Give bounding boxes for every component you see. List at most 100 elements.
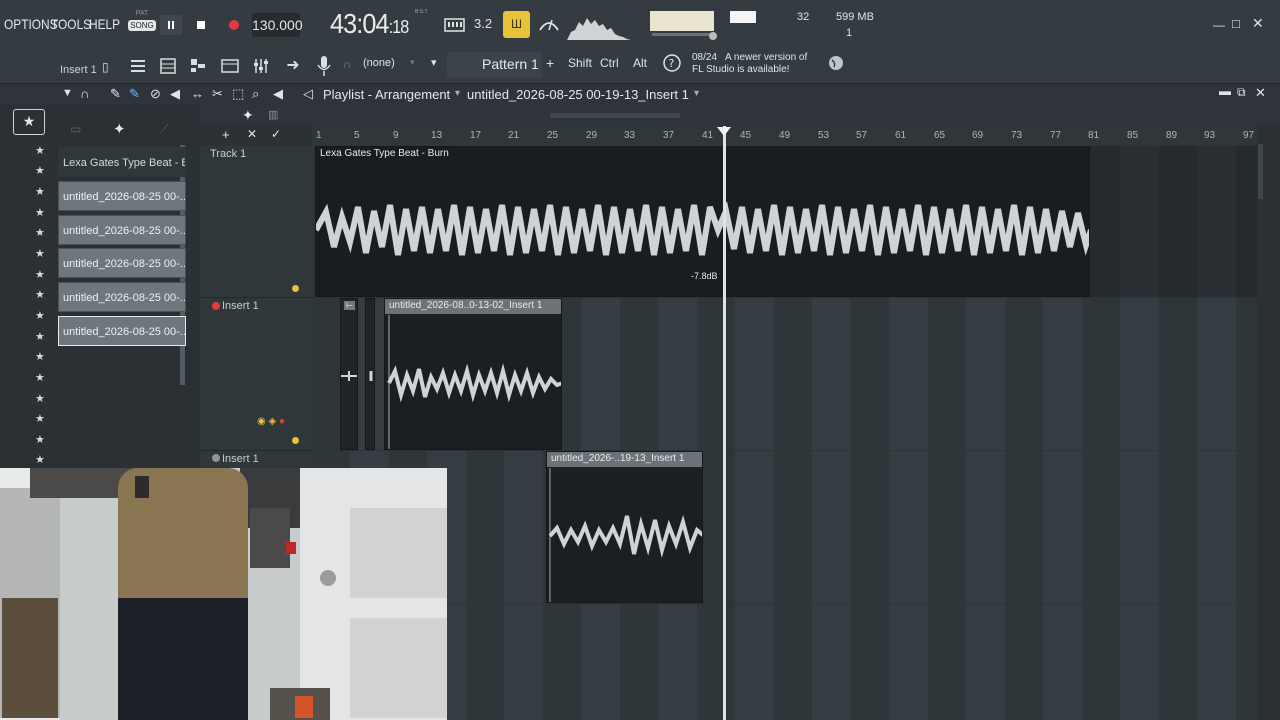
arrow-right-icon[interactable]: ➜: [283, 55, 303, 75]
audio-clip-fragment[interactable]: ⊢: [340, 298, 358, 450]
star-icon[interactable]: ★: [35, 185, 45, 198]
piano-roll-button[interactable]: [188, 56, 208, 79]
mute-tool-icon[interactable]: ◀: [170, 86, 180, 102]
timeline-ruler[interactable]: 1 5 9 13 17 21 25 29 33 37 41 45 49 53 5…: [312, 126, 1257, 146]
track-edit-icon[interactable]: ✓: [271, 127, 281, 141]
channel-rack-button[interactable]: [158, 56, 178, 79]
audio-clip-vocal-1[interactable]: untitled_2026-08..0-13-02_Insert 1: [384, 298, 562, 450]
star-icon[interactable]: ★: [35, 433, 45, 446]
mixer-button[interactable]: [251, 56, 271, 79]
tempo-display[interactable]: 130.000: [252, 13, 303, 37]
star-icon[interactable]: ★: [35, 330, 45, 343]
star-icon[interactable]: ★: [35, 247, 45, 260]
minimize-window-icon[interactable]: —: [1213, 18, 1225, 32]
star-icon[interactable]: ★: [35, 226, 45, 239]
arrangement-name[interactable]: untitled_2026-08-25 00-19-13_Insert 1: [467, 87, 689, 102]
track-3-label[interactable]: Insert 1: [222, 453, 259, 465]
wait-record-button[interactable]: Ш: [503, 11, 530, 38]
pat-song-toggle[interactable]: PAT SONG: [128, 10, 156, 40]
picker-item-vocal-2[interactable]: untitled_2026-08-25 00-...: [58, 215, 186, 245]
star-icon[interactable]: ★: [35, 392, 45, 405]
help-hint-icon[interactable]: ?: [661, 52, 683, 77]
star-icon[interactable]: ★: [35, 309, 45, 322]
automation-picker-icon[interactable]: ⟋: [160, 122, 168, 137]
horizontal-scrollbar[interactable]: [550, 113, 680, 118]
snap-display[interactable]: 3.2: [474, 16, 492, 31]
star-icon[interactable]: ★: [35, 412, 45, 425]
microphone-button[interactable]: [314, 54, 334, 81]
track-lane-4[interactable]: [312, 604, 1257, 720]
playlist-grid[interactable]: Lexa Gates Type Beat - Burn -7.8dB ⊢ unt…: [312, 146, 1257, 720]
browser-button[interactable]: [220, 56, 240, 79]
star-icon[interactable]: ★: [35, 144, 45, 157]
pencil-tool-icon[interactable]: ✎: [110, 86, 121, 102]
remove-track-icon[interactable]: ✕: [247, 127, 257, 141]
track-1-mute-led[interactable]: [292, 285, 299, 292]
stop-button[interactable]: [190, 15, 212, 35]
pattern-selector[interactable]: Pattern 1: [447, 52, 542, 78]
playlist-minimize-icon[interactable]: ▬: [1219, 84, 1231, 98]
dropdown-arrow-icon[interactable]: ▾: [431, 56, 437, 69]
track-2-label[interactable]: Insert 1: [222, 300, 259, 312]
arrangement-name-dropdown-icon[interactable]: ▾: [694, 88, 699, 99]
picker-item-beat[interactable]: Lexa Gates Type Beat - Burn: [58, 147, 186, 177]
scrollbar-thumb[interactable]: [1258, 144, 1263, 199]
master-volume-slider[interactable]: [652, 33, 714, 36]
menu-help[interactable]: HELP: [89, 16, 120, 32]
audio-picker-icon[interactable]: ✦: [113, 120, 126, 138]
arrangement-dropdown-icon[interactable]: ▾: [455, 88, 460, 99]
zoom-tool-icon[interactable]: ⌕: [252, 86, 259, 102]
playhead[interactable]: [723, 126, 726, 720]
close-window-icon[interactable]: ✕: [1252, 15, 1264, 32]
star-icon[interactable]: ★: [35, 288, 45, 301]
speaker-icon[interactable]: ◉ ◈ ●: [257, 416, 285, 427]
playlist-close-icon[interactable]: ✕: [1255, 85, 1266, 101]
playlist-menu-arrow-icon[interactable]: ▼: [62, 87, 73, 99]
playlist-button[interactable]: [128, 56, 148, 79]
picker-item-vocal-4[interactable]: untitled_2026-08-25 00-...: [58, 282, 186, 312]
track-2-mute-led[interactable]: [292, 437, 299, 444]
playback-tool-icon[interactable]: ◀: [273, 86, 283, 102]
audio-clip-fragment-2[interactable]: [365, 298, 375, 450]
ctrl-modifier-button[interactable]: Ctrl: [600, 56, 619, 70]
paint-tool-icon[interactable]: ✎: [129, 86, 140, 102]
track-2-record-led[interactable]: [212, 302, 220, 310]
alt-modifier-button[interactable]: Alt: [633, 56, 647, 70]
track-lane-3[interactable]: [312, 451, 1257, 603]
waveform-zoom-icon[interactable]: ✦: [242, 107, 254, 124]
slice-tool-icon[interactable]: ✂: [212, 86, 223, 102]
audio-clip-vocal-2[interactable]: untitled_2026-..19-13_Insert 1: [546, 451, 703, 603]
record-button[interactable]: [224, 15, 246, 35]
add-track-icon[interactable]: +: [222, 127, 230, 142]
step-seq-icon[interactable]: ▥: [268, 108, 278, 121]
star-icon[interactable]: ★: [35, 371, 45, 384]
typing-keyboard-button[interactable]: [443, 16, 467, 34]
metronome-button[interactable]: [537, 14, 561, 36]
star-icon[interactable]: ★: [35, 268, 45, 281]
star-icon[interactable]: ★: [35, 164, 45, 177]
star-icon[interactable]: ★: [35, 350, 45, 363]
star-icon[interactable]: ★: [35, 453, 45, 466]
magnet-snap-icon[interactable]: ∩: [80, 86, 89, 101]
pattern-picker-icon[interactable]: ▭: [70, 122, 81, 136]
lock-icon[interactable]: ▯: [102, 60, 109, 74]
picker-item-vocal-1[interactable]: untitled_2026-08-25 00-...: [58, 181, 186, 211]
pattern-none-label[interactable]: (none): [363, 57, 395, 69]
shift-modifier-button[interactable]: Shift: [568, 56, 592, 70]
online-news-button[interactable]: [827, 54, 845, 75]
maximize-window-icon[interactable]: □: [1232, 16, 1240, 31]
select-tool-icon[interactable]: ⬚: [232, 86, 244, 102]
delete-tool-icon[interactable]: ⊘: [150, 86, 161, 102]
star-icon[interactable]: ★: [35, 206, 45, 219]
picker-item-vocal-5[interactable]: untitled_2026-08-25 00-...: [58, 316, 186, 346]
pause-button[interactable]: [160, 15, 182, 35]
arrangement-switch-icon[interactable]: ◁: [303, 86, 313, 102]
add-pattern-button[interactable]: +: [546, 55, 554, 71]
track-1-label[interactable]: Track 1: [210, 148, 246, 160]
track-3-record-led[interactable]: [212, 454, 220, 462]
picker-item-vocal-3[interactable]: untitled_2026-08-25 00-...: [58, 248, 186, 278]
audio-clip-beat[interactable]: Lexa Gates Type Beat - Burn -7.8dB: [315, 146, 1090, 297]
master-volume-knob[interactable]: [709, 32, 717, 40]
playlist-vertical-scrollbar[interactable]: [1257, 126, 1280, 720]
slip-tool-icon[interactable]: ↔: [191, 86, 204, 101]
